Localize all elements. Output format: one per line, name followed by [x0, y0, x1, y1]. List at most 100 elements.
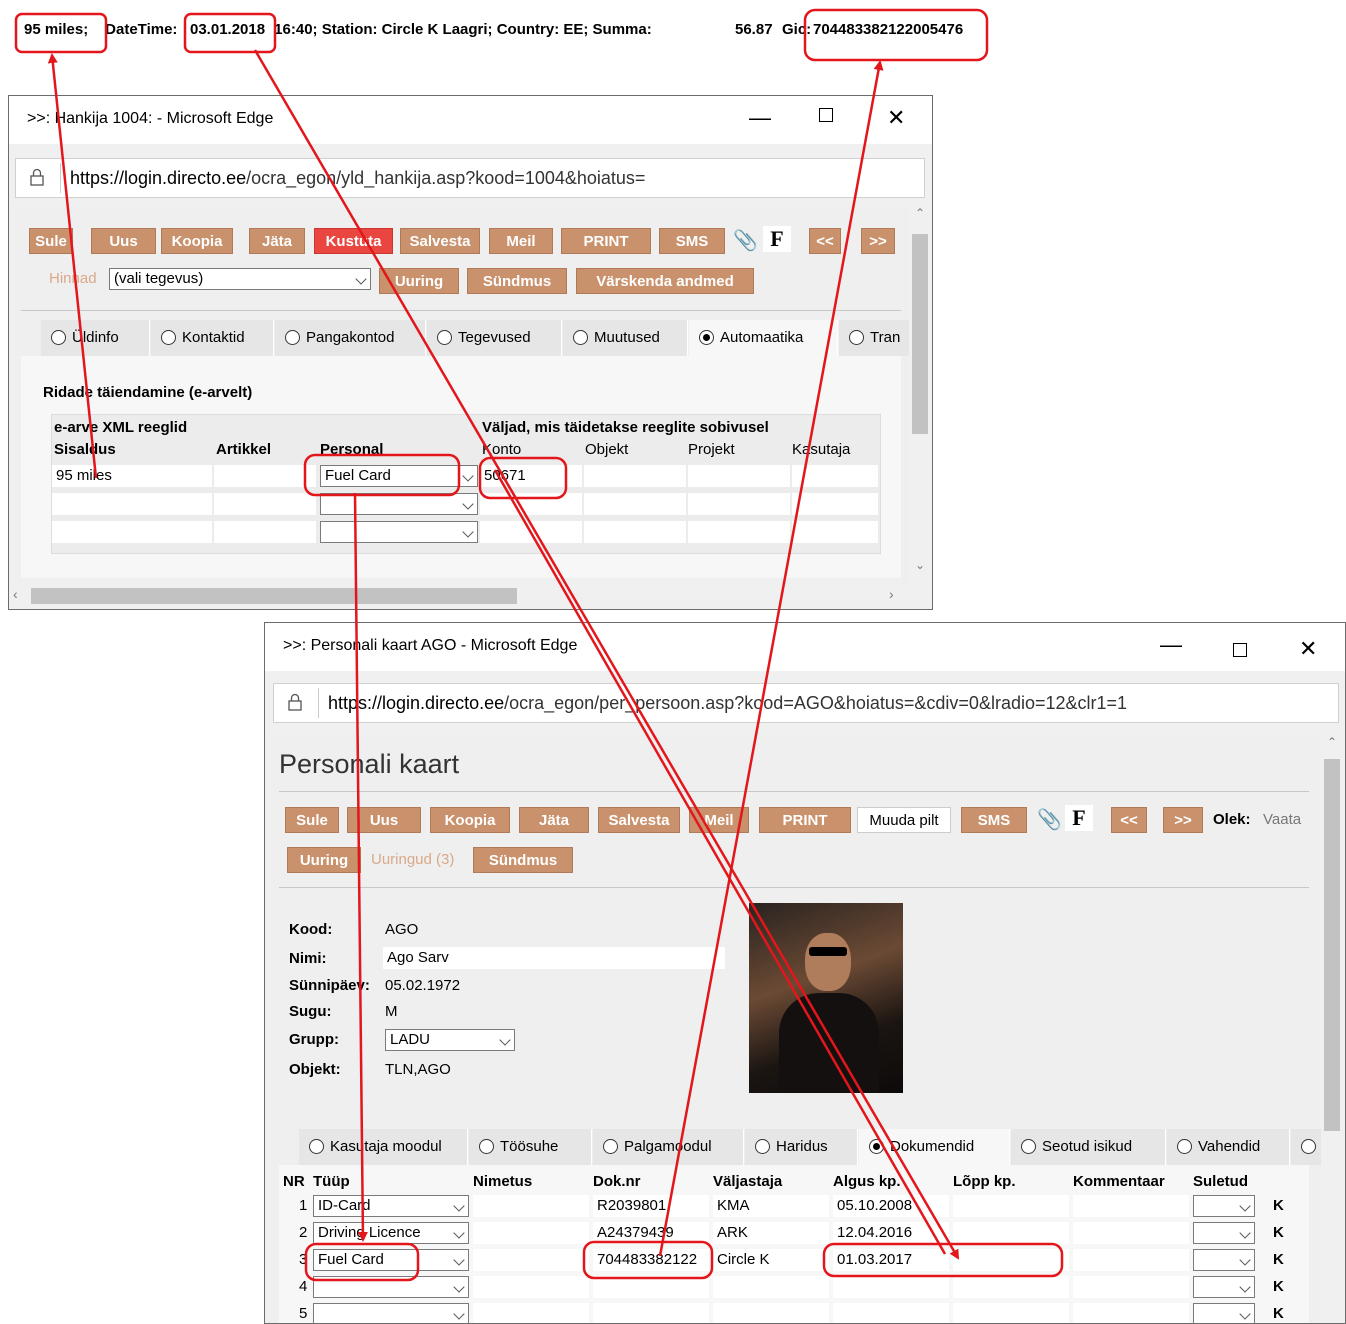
minimize-icon[interactable]: —: [1160, 633, 1182, 657]
doc-start-date[interactable]: [833, 1303, 949, 1323]
maximize-icon[interactable]: [819, 108, 833, 122]
close-icon[interactable]: ✕: [887, 106, 905, 130]
salvesta-button[interactable]: Salvesta: [400, 228, 480, 254]
vertical-scrollbar[interactable]: ⌃ ⌄: [909, 206, 931, 584]
tab-dokumendid[interactable]: Dokumendid: [859, 1129, 1010, 1165]
doc-issuer[interactable]: [713, 1276, 829, 1298]
doc-end-date[interactable]: [953, 1222, 1069, 1244]
doc-start-date[interactable]: 05.10.2008: [833, 1195, 949, 1217]
syndmus-button[interactable]: Sündmus: [467, 268, 567, 294]
rule-kasutaja[interactable]: [792, 465, 878, 487]
doc-end-date[interactable]: [953, 1249, 1069, 1271]
address-bar[interactable]: https://login.directo.ee/ocra_egon/yld_h…: [15, 158, 925, 198]
minimize-icon[interactable]: —: [749, 106, 771, 130]
salvesta-button[interactable]: Salvesta: [598, 807, 680, 833]
nimi-field[interactable]: Ago Sarv: [383, 947, 725, 969]
tab-haridus[interactable]: Haridus: [745, 1129, 858, 1165]
rule-personal-select[interactable]: Fuel Card: [320, 465, 478, 487]
tab-toosuhe[interactable]: Töösuhe: [469, 1129, 592, 1165]
rule-personal-select[interactable]: [320, 493, 478, 515]
k-link[interactable]: K: [1273, 1224, 1284, 1241]
rule-personal-select[interactable]: [320, 521, 478, 543]
doc-nimetus[interactable]: [473, 1222, 589, 1244]
doc-number[interactable]: R2039801: [593, 1195, 709, 1217]
uuringud-link[interactable]: Uuringud (3): [371, 851, 454, 868]
rule-projekt[interactable]: [688, 521, 790, 543]
url-text[interactable]: https://login.directo.ee/ocra_egon/per_p…: [328, 693, 1127, 714]
doc-comment[interactable]: [1073, 1195, 1189, 1217]
meil-button[interactable]: Meil: [689, 807, 749, 833]
suletud-select[interactable]: [1193, 1276, 1255, 1298]
paperclip-icon[interactable]: 📎: [733, 228, 758, 253]
doc-start-date[interactable]: [833, 1276, 949, 1298]
doc-issuer[interactable]: KMA: [713, 1195, 829, 1217]
rule-projekt[interactable]: [688, 493, 790, 515]
address-bar[interactable]: https://login.directo.ee/ocra_egon/per_p…: [273, 683, 1339, 723]
sule-button[interactable]: Sule: [29, 228, 73, 254]
scroll-up-icon[interactable]: ⌃: [1327, 735, 1337, 749]
doc-type-select[interactable]: Driving Licence: [313, 1222, 469, 1244]
doc-number[interactable]: A24379439: [593, 1222, 709, 1244]
rule-kasutaja[interactable]: [792, 521, 878, 543]
doc-nimetus[interactable]: [473, 1249, 589, 1271]
doc-number[interactable]: [593, 1303, 709, 1323]
sms-button[interactable]: SMS: [659, 228, 725, 254]
rule-objekt[interactable]: [584, 493, 686, 515]
f-button[interactable]: F: [763, 226, 791, 252]
scroll-down-icon[interactable]: ⌄: [915, 558, 925, 572]
syndmus-button[interactable]: Sündmus: [473, 847, 573, 873]
doc-nimetus[interactable]: [473, 1276, 589, 1298]
scroll-left-icon[interactable]: ‹: [13, 586, 18, 602]
tab-tran[interactable]: Tran: [839, 320, 920, 356]
koopia-button[interactable]: Koopia: [161, 228, 233, 254]
doc-issuer[interactable]: ARK: [713, 1222, 829, 1244]
doc-type-select[interactable]: ID-Card: [313, 1195, 469, 1217]
k-link[interactable]: K: [1273, 1278, 1284, 1295]
doc-nimetus[interactable]: [473, 1195, 589, 1217]
tab-vahendid[interactable]: Vahendid: [1167, 1129, 1290, 1165]
suletud-select[interactable]: [1193, 1222, 1255, 1244]
jata-button[interactable]: Jäta: [249, 228, 305, 254]
suletud-select[interactable]: [1193, 1249, 1255, 1271]
meil-button[interactable]: Meil: [489, 228, 553, 254]
doc-nimetus[interactable]: [473, 1303, 589, 1323]
k-link[interactable]: K: [1273, 1197, 1284, 1214]
tab-pangakontod[interactable]: Pangakontod: [275, 320, 426, 356]
print-button[interactable]: PRINT: [561, 228, 651, 254]
tab-more[interactable]: [1291, 1129, 1322, 1165]
doc-number[interactable]: 704483382122: [593, 1249, 709, 1271]
tab-kontaktid[interactable]: Kontaktid: [151, 320, 274, 356]
koopia-button[interactable]: Koopia: [430, 807, 510, 833]
rule-artikkel[interactable]: [214, 493, 316, 515]
scroll-up-icon[interactable]: ⌃: [915, 206, 925, 220]
uuring-button[interactable]: Uuring: [287, 847, 361, 873]
url-text[interactable]: https://login.directo.ee/ocra_egon/yld_h…: [70, 168, 645, 189]
uuring-button[interactable]: Uuring: [379, 268, 459, 294]
tab-uldinfo[interactable]: Üldinfo: [41, 320, 150, 356]
varskenda-button[interactable]: Värskenda andmed: [576, 268, 754, 294]
doc-end-date[interactable]: [953, 1195, 1069, 1217]
f-button[interactable]: F: [1065, 805, 1093, 831]
tab-kasutaja-moodul[interactable]: Kasutaja moodul: [299, 1129, 468, 1165]
prev-button[interactable]: <<: [1111, 807, 1147, 833]
scrollbar-thumb[interactable]: [31, 588, 517, 604]
rule-konto[interactable]: [480, 521, 582, 543]
paperclip-icon[interactable]: 📎: [1037, 807, 1062, 832]
next-button[interactable]: >>: [1163, 807, 1203, 833]
maximize-icon[interactable]: [1233, 643, 1247, 657]
doc-number[interactable]: [593, 1276, 709, 1298]
doc-type-select[interactable]: Fuel Card: [313, 1249, 469, 1271]
suletud-select[interactable]: [1193, 1303, 1255, 1323]
rule-sisaldus[interactable]: 95 miles: [52, 465, 212, 487]
sule-button[interactable]: Sule: [285, 807, 339, 833]
next-button[interactable]: >>: [861, 228, 895, 254]
uus-button[interactable]: Uus: [91, 228, 156, 254]
kustuta-button[interactable]: Kustuta: [314, 228, 393, 254]
tab-tegevused[interactable]: Tegevused: [427, 320, 562, 356]
doc-issuer[interactable]: [713, 1303, 829, 1323]
scrollbar-thumb[interactable]: [912, 234, 928, 434]
grupp-select[interactable]: LADU: [385, 1029, 515, 1051]
rule-artikkel[interactable]: [214, 521, 316, 543]
rule-konto[interactable]: 50671: [480, 465, 582, 487]
doc-issuer[interactable]: Circle K: [713, 1249, 829, 1271]
